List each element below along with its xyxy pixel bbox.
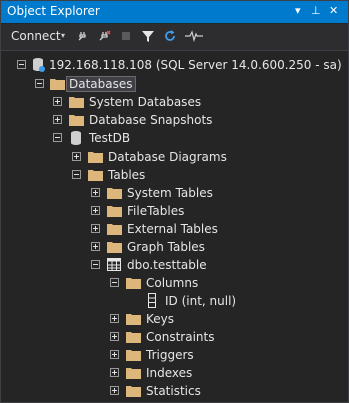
expand-icon[interactable] — [53, 115, 62, 124]
system-tables-label: System Tables — [127, 186, 213, 200]
table-icon — [107, 258, 121, 271]
folder-icon — [69, 97, 84, 108]
expand-icon[interactable] — [91, 224, 100, 233]
columns-label: Columns — [146, 276, 199, 290]
tree-node-testtable[interactable]: dbo.testtable — [1, 256, 348, 274]
tree-node-server[interactable]: 192.168.118.108 (SQL Server 14.0.600.250… — [1, 56, 348, 74]
expand-icon[interactable] — [91, 188, 100, 197]
tree-node-database-diagrams[interactable]: Database Diagrams — [1, 148, 348, 166]
server-icon — [33, 58, 45, 72]
expand-icon[interactable] — [110, 314, 119, 323]
expand-icon[interactable] — [110, 386, 119, 395]
tree-node-testdb[interactable]: TestDB — [1, 129, 348, 147]
folder-icon — [107, 242, 122, 253]
panel-title-bar[interactable]: Object Explorer ▾ ⊥ ✕ — [1, 1, 348, 23]
connect-button[interactable]: Connect — [11, 29, 61, 43]
tree-node-system-tables[interactable]: System Tables — [1, 184, 348, 202]
tree-node-columns[interactable]: Columns — [1, 274, 348, 292]
expand-icon[interactable] — [110, 332, 119, 341]
keys-label: Keys — [146, 312, 175, 326]
tree-node-databases[interactable]: Databases — [1, 75, 348, 93]
folder-icon — [69, 115, 84, 126]
pin-icon[interactable]: ⊥ — [311, 4, 321, 17]
tree-node-keys[interactable]: Keys — [1, 310, 348, 328]
tree-node-tables[interactable]: Tables — [1, 166, 348, 184]
server-label: 192.168.118.108 (SQL Server 14.0.600.250… — [49, 58, 342, 72]
close-icon[interactable]: ✕ — [329, 4, 338, 17]
tree-node-statistics[interactable]: Statistics — [1, 382, 348, 400]
collapse-icon[interactable] — [91, 260, 100, 269]
database-icon — [71, 131, 81, 145]
folder-icon — [126, 332, 141, 343]
expand-icon[interactable] — [91, 242, 100, 251]
tree-node-indexes[interactable]: Indexes — [1, 364, 348, 382]
collapse-icon[interactable] — [53, 133, 62, 142]
collapse-icon[interactable] — [72, 170, 81, 179]
object-tree: 192.168.118.108 (SQL Server 14.0.600.250… — [1, 51, 348, 402]
connect-plug-icon[interactable] — [76, 29, 90, 43]
testdb-label: TestDB — [89, 131, 131, 145]
tree-node-system-databases[interactable]: System Databases — [1, 93, 348, 111]
external-tables-label: External Tables — [127, 222, 218, 236]
tree-node-triggers[interactable]: Triggers — [1, 346, 348, 364]
expand-icon[interactable] — [110, 368, 119, 377]
folder-icon — [107, 206, 122, 217]
stop-icon[interactable] — [119, 29, 133, 43]
tree-node-database-snapshots[interactable]: Database Snapshots — [1, 111, 348, 129]
column-icon — [148, 293, 156, 308]
expand-icon[interactable] — [72, 152, 81, 161]
refresh-icon[interactable] — [163, 29, 177, 43]
folder-icon — [88, 170, 103, 181]
database-snapshots-label: Database Snapshots — [89, 113, 213, 127]
statistics-label: Statistics — [146, 384, 201, 398]
expand-icon[interactable] — [91, 206, 100, 215]
tree-node-id-column[interactable]: ID (int, null) — [1, 292, 348, 310]
folder-icon — [88, 152, 103, 163]
folder-icon — [126, 350, 141, 361]
expand-icon[interactable] — [53, 97, 62, 106]
folder-icon — [126, 314, 141, 325]
expand-icon[interactable] — [110, 350, 119, 359]
collapse-icon[interactable] — [110, 278, 119, 287]
filetables-label: FileTables — [127, 204, 185, 218]
filter-icon[interactable] — [141, 29, 155, 43]
disconnect-icon[interactable] — [97, 29, 111, 43]
tree-node-graph-tables[interactable]: Graph Tables — [1, 238, 348, 256]
tree-node-filetables[interactable]: FileTables — [1, 202, 348, 220]
graph-tables-label: Graph Tables — [127, 240, 205, 254]
databases-label: Databases — [66, 76, 136, 92]
triggers-label: Triggers — [146, 348, 194, 362]
collapse-icon[interactable] — [17, 60, 26, 69]
database-diagrams-label: Database Diagrams — [108, 150, 227, 164]
activity-monitor-icon[interactable] — [185, 29, 203, 43]
dropdown-icon[interactable]: ▾ — [295, 4, 301, 17]
system-databases-label: System Databases — [89, 95, 202, 109]
collapse-icon[interactable] — [35, 79, 44, 88]
toolbar: Connect ▾ — [1, 24, 348, 51]
folder-icon — [50, 79, 65, 90]
testtable-label: dbo.testtable — [127, 258, 207, 272]
folder-icon — [126, 278, 141, 289]
tree-node-constraints[interactable]: Constraints — [1, 328, 348, 346]
folder-icon — [126, 386, 141, 397]
tables-label: Tables — [108, 168, 146, 182]
constraints-label: Constraints — [146, 330, 215, 344]
panel-title: Object Explorer — [7, 4, 100, 18]
folder-icon — [107, 188, 122, 199]
indexes-label: Indexes — [146, 366, 193, 380]
object-explorer-panel: Object Explorer ▾ ⊥ ✕ Connect ▾ 192.168.… — [0, 0, 349, 403]
folder-icon — [107, 224, 122, 235]
folder-icon — [126, 368, 141, 379]
tree-node-external-tables[interactable]: External Tables — [1, 220, 348, 238]
id-column-label: ID (int, null) — [165, 294, 237, 308]
connect-dropdown-icon[interactable]: ▾ — [61, 31, 65, 40]
